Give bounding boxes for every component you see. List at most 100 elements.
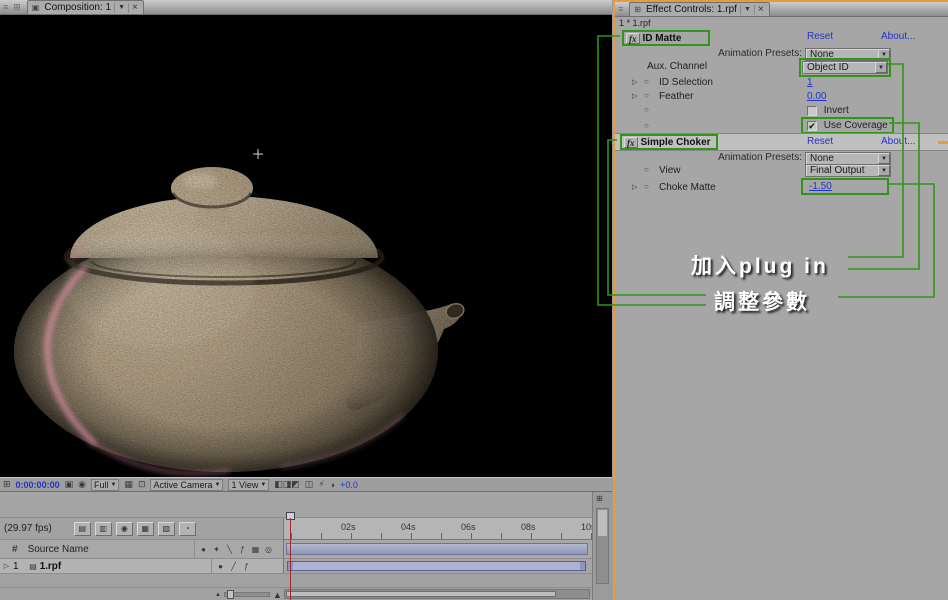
stopwatch-icon[interactable]: ○ [644,77,649,86]
tab-menu-icon[interactable]: ▼ [740,5,754,15]
effect-header-simple-choker[interactable]: fx Simple Choker Reset About... [615,133,948,151]
work-area-track[interactable] [283,540,592,559]
zoom-in-icon[interactable]: ▲ [273,590,282,600]
current-timecode[interactable]: 0:00:00:00 [16,480,60,490]
timeline-top-strip [0,492,612,518]
twirl-icon[interactable]: ▷ [632,92,637,100]
feather-value[interactable]: 0.00 [807,91,826,102]
stopwatch-icon[interactable]: ○ [644,91,649,100]
view-dropdown[interactable]: Final Output ▼ [805,164,891,177]
exposure-icon[interactable]: ◑ [330,480,335,490]
work-area-bar[interactable] [286,543,588,555]
reset-link[interactable]: Reset [807,31,833,42]
draft3d-icon: ▥ [100,524,108,533]
use-coverage-checkbox[interactable]: ✔ [807,121,817,131]
about-link[interactable]: About... [881,136,915,147]
panel-button-icon[interactable]: ⊞ [596,494,603,503]
ruler-tick-label: 04s [401,522,416,532]
vscroll-thumb[interactable] [598,510,607,536]
vertical-scrollbar[interactable] [596,508,609,584]
horizontal-scrollbar[interactable] [284,589,590,599]
id-selection-value[interactable]: 1 [807,77,813,88]
stopwatch-icon[interactable]: ○ [644,121,649,130]
tab-effect-controls[interactable]: ⊞ Effect Controls: 1.rpf ▼ × [629,2,769,16]
pixel-aspect-icon[interactable]: ◫ [305,479,314,490]
panel-grip-icon[interactable]: ≡ [0,2,10,12]
presets-label: Animation Presets: [655,48,802,59]
layer-source-name[interactable]: 1.rpf [40,561,62,572]
annotation-text-line2: 調整參數 [714,286,810,316]
invert-checkbox[interactable] [807,106,817,116]
magnification-value: Full [94,480,109,490]
panel-grip-icon[interactable]: ≡ [615,4,625,14]
layer-track-1[interactable] [283,559,592,574]
layer-video-icon[interactable]: ● [214,562,227,571]
composition-viewport[interactable] [0,15,612,477]
view-layout-buttons-icon[interactable]: ◧◨◩ [274,479,300,490]
effect-name: ID Matte [640,33,685,44]
lock-column-icon[interactable]: ╲ [223,545,236,554]
draft3d-button[interactable]: ▥ [95,522,112,536]
camera-dropdown[interactable]: Active Camera ▼ [150,479,223,491]
roi-icon[interactable]: ▦ [124,479,133,490]
effect-header-id-matte[interactable]: fx ID Matte Reset About... [615,29,948,47]
exposure-value[interactable]: +0.0 [340,480,358,490]
layer-twirl-icon[interactable]: ▷ [0,562,13,570]
source-name-column-header[interactable]: Source Name [28,544,89,555]
solo-column-icon[interactable]: ✦ [210,545,223,554]
choke-matte-value[interactable]: -1.50 [809,181,832,192]
layer-fx-icon[interactable]: ƒ [240,562,253,571]
layer-quality-icon[interactable]: ╱ [227,562,240,571]
motion-blur-column-icon[interactable]: ◎ [262,545,275,554]
tab-close-icon[interactable]: × [128,3,141,13]
zoom-slider[interactable] [224,592,270,597]
tab-composition[interactable]: ▣ Composition: 1 ▼ × [27,0,144,14]
tab-menu-icon[interactable]: ▼ [114,3,128,13]
magnification-dropdown[interactable]: Full ▼ [91,479,119,491]
choke-matte-label: Choke Matte [659,182,716,193]
layer-duration-bar[interactable] [287,561,586,571]
view-layout-dropdown[interactable]: 1 View ▼ [228,479,269,491]
twirl-icon[interactable]: ▷ [632,183,637,191]
ruler-ticks [291,533,592,539]
layer-row-1[interactable]: ▷ 1 ▤ 1.rpf ● ╱ ƒ [0,559,283,574]
index-column-header[interactable]: # [12,544,18,555]
current-time-indicator[interactable] [290,518,291,600]
stopwatch-icon[interactable]: ○ [644,105,649,114]
timeline-column-header: # Source Name ● ✦ ╲ ƒ ▦ ◎ [0,540,283,559]
live-update-button[interactable]: ◉ [116,522,133,536]
layer-out-handle[interactable] [580,562,585,570]
snapshot-icon[interactable]: ▣ [65,479,74,490]
teapot-render [0,15,612,477]
about-link[interactable]: About... [881,31,915,42]
dropdown-arrow-icon: ▼ [260,482,266,488]
effect-controls-layer-ref: 1 * 1.rpf [619,18,651,28]
aux-channel-dropdown[interactable]: Object ID ▼ [802,61,888,74]
dropdown-arrow-icon: ▼ [878,153,890,164]
zoom-out-icon[interactable]: ▲ [215,592,221,598]
comp-tab-label: Composition: 1 [41,2,114,13]
transparency-grid-icon[interactable]: ⊡ [138,479,146,490]
graph-editor-button[interactable]: ▦ [137,522,154,536]
show-channels-icon[interactable]: ◉ [78,479,86,490]
fast-preview-icon[interactable]: ⚡ [318,479,324,490]
brush-button[interactable]: ▨ [158,522,175,536]
flowchart-button[interactable]: ▤ [74,522,91,536]
check-icon: ✔ [808,121,816,131]
stopwatch-icon[interactable]: ○ [644,165,649,174]
simple-choker-presets-row: Animation Presets: None ▼ [615,151,948,165]
twirl-icon[interactable]: ▷ [632,78,637,86]
fx-column-icon[interactable]: ƒ [236,545,249,554]
grid-guides-icon[interactable]: ⊞ [3,479,11,490]
feather-row: ▷ ○ Feather 0.00 [615,90,948,104]
dropdown-arrow-icon: ▼ [215,482,221,488]
frame-blend-column-icon[interactable]: ▦ [249,545,262,554]
hscroll-thumb[interactable] [286,591,556,597]
tab-close-icon[interactable]: × [754,5,767,15]
time-ruler[interactable]: 02s 04s 06s 08s 10s [283,518,592,540]
stopwatch-icon[interactable]: ○ [644,182,649,191]
pin-button[interactable]: ◔ [179,522,196,536]
simple-choker-annotation-box: fx Simple Choker [620,134,718,150]
reset-link[interactable]: Reset [807,136,833,147]
eye-column-icon[interactable]: ● [197,545,210,554]
